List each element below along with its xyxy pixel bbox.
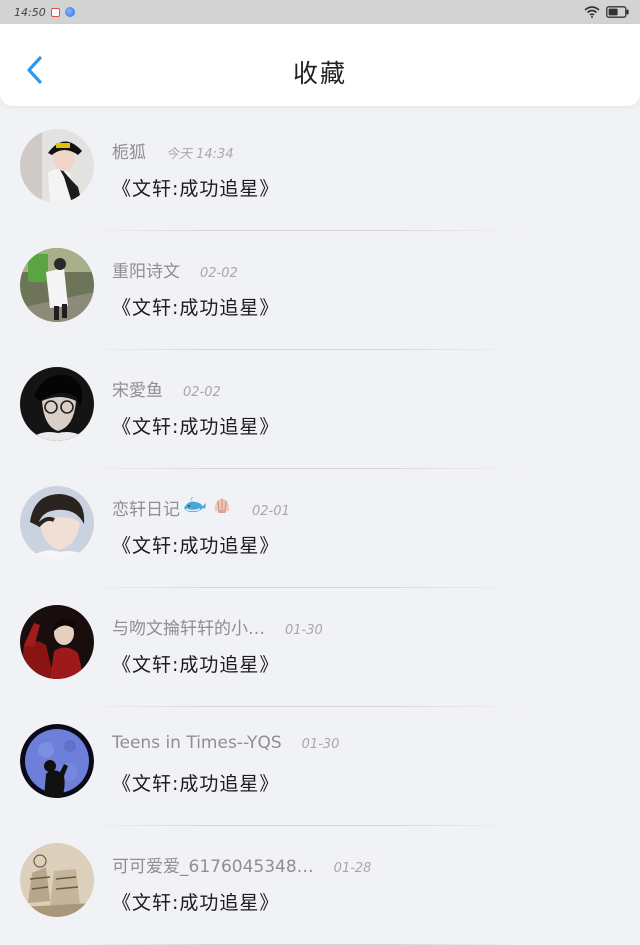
meta-row: 可可爱爱_6176045348… 01-28 xyxy=(112,852,371,877)
list-item[interactable]: 宋愛鱼 02-02 《文轩:成功追星》 xyxy=(0,350,640,469)
list-item[interactable]: 恋轩日记 02-01 《文轩:成功追星》 xyxy=(0,469,640,588)
post-title[interactable]: 《文轩:成功追星》 xyxy=(112,412,279,439)
list-item[interactable]: 重阳诗文 02-02 《文轩:成功追星》 xyxy=(0,231,640,350)
post-title[interactable]: 《文轩:成功追星》 xyxy=(112,650,279,677)
list-item[interactable]: 栀狐 今天 14:34 《文轩:成功追星》 xyxy=(0,112,640,231)
list-item[interactable]: Teens in Times--YQS 01-30 《文轩:成功追星》 xyxy=(0,707,640,826)
avatar[interactable] xyxy=(20,129,94,203)
author-name[interactable]: 宋愛鱼 xyxy=(112,376,163,401)
post-title[interactable]: 《文轩:成功追星》 xyxy=(112,531,279,558)
wifi-icon xyxy=(584,6,600,18)
status-left: 14:50 xyxy=(14,6,75,19)
favorites-list: 栀狐 今天 14:34 《文轩:成功追星》 重阳诗文 02-02 《文轩:成功追… xyxy=(0,112,640,945)
battery-icon xyxy=(606,6,630,18)
avatar[interactable] xyxy=(20,248,94,322)
header: 收藏 xyxy=(0,24,640,106)
avatar[interactable] xyxy=(20,724,94,798)
post-title[interactable]: 《文轩:成功追星》 xyxy=(112,174,279,201)
app-notification-icon xyxy=(50,7,60,17)
page-title: 收藏 xyxy=(292,59,347,88)
meta-row: 宋愛鱼 02-02 xyxy=(112,376,221,401)
post-title[interactable]: 《文轩:成功追星》 xyxy=(112,769,279,796)
post-title[interactable]: 《文轩:成功追星》 xyxy=(112,888,279,915)
status-time: 14:50 xyxy=(14,5,46,19)
whale-icon xyxy=(182,496,206,519)
browser-notification-icon xyxy=(64,7,75,17)
meta-row: 栀狐 今天 14:34 xyxy=(112,138,234,163)
avatar[interactable] xyxy=(20,605,94,679)
post-time: 02-02 xyxy=(183,385,221,400)
meta-row: 与吻文掄轩轩的小… 01-30 xyxy=(112,614,323,639)
post-title[interactable]: 《文轩:成功追星》 xyxy=(112,293,279,320)
post-time: 01-28 xyxy=(333,861,372,876)
author-name[interactable]: Teens in Times--YQS xyxy=(112,733,282,753)
post-time: 02-01 xyxy=(252,504,290,519)
avatar[interactable] xyxy=(20,486,94,560)
author-name[interactable]: 与吻文掄轩轩的小… xyxy=(112,614,265,639)
post-time: 02-02 xyxy=(200,266,238,281)
author-name[interactable]: 可可爱爱_6176045348… xyxy=(112,852,314,877)
list-item[interactable]: 与吻文掄轩轩的小… 01-30 《文轩:成功追星》 xyxy=(0,588,640,707)
author-name[interactable]: 栀狐 xyxy=(112,138,146,163)
post-time: 今天 14:34 xyxy=(166,147,234,162)
avatar[interactable] xyxy=(20,367,94,441)
post-time: 01-30 xyxy=(285,623,323,638)
list-item[interactable]: 可可爱爱_6176045348… 01-28 《文轩:成功追星》 xyxy=(0,826,640,945)
author-name[interactable]: 重阳诗文 xyxy=(112,257,180,282)
status-bar: 14:50 xyxy=(0,0,640,24)
avatar[interactable] xyxy=(20,843,94,917)
meta-row: Teens in Times--YQS 01-30 xyxy=(112,733,339,753)
shell-icon xyxy=(212,495,232,519)
author-name[interactable]: 恋轩日记 xyxy=(112,495,180,520)
meta-row: 重阳诗文 02-02 xyxy=(112,257,238,282)
meta-row: 恋轩日记 02-01 xyxy=(112,495,290,520)
post-time: 01-30 xyxy=(301,737,340,752)
status-right xyxy=(584,6,630,18)
